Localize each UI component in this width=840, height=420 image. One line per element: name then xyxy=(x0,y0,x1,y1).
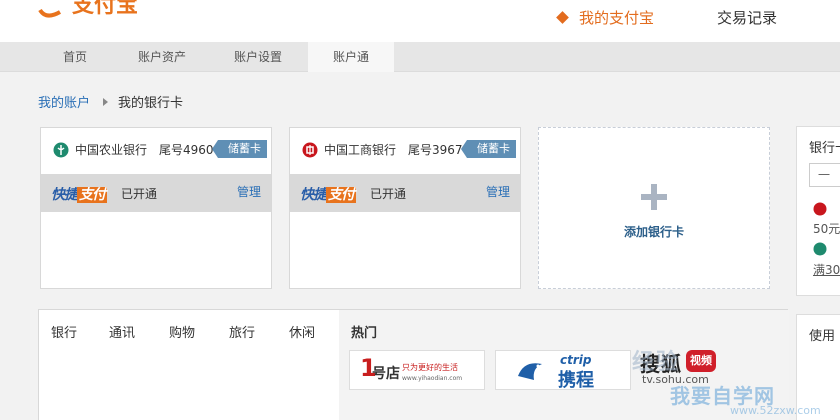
side-panel-line[interactable]: 满30 xyxy=(813,261,840,278)
side-panel-line: 50元 xyxy=(813,222,840,236)
category-tab-leisure[interactable]: 休闲 xyxy=(289,322,315,341)
sub-nav: 首页 账户资产 账户设置 账户通 xyxy=(0,42,840,72)
manage-link[interactable]: 管理 xyxy=(486,183,510,200)
fast-pay-bar: 快捷 支付 已开通 管理 xyxy=(290,174,520,212)
fast-pay-logo: 快捷 支付 xyxy=(51,187,107,203)
alipay-logo[interactable]: 支付宝 xyxy=(36,0,156,22)
side-panel-bank-cards: 银行卡 一 50元 满30 xyxy=(796,126,840,296)
fast-pay-logo: 快捷 支付 xyxy=(300,187,356,203)
dolphin-icon xyxy=(518,363,542,380)
side-panel-title: 银行卡 xyxy=(809,141,840,156)
watermark-line3: www.52zxw.com xyxy=(730,404,821,417)
nav-my-alipay-label: 我的支付宝 xyxy=(579,9,655,27)
add-bank-card-label: 添加银行卡 xyxy=(623,225,684,239)
add-bank-card-button[interactable]: 添加银行卡 xyxy=(538,127,770,289)
nav-transactions[interactable]: 交易记录 xyxy=(717,7,777,28)
card-type-badge: 储蓄卡 xyxy=(212,140,267,158)
category-tab-travel[interactable]: 旅行 xyxy=(229,322,255,341)
ad-yihaodian-slogan: 只为更好的生活 xyxy=(402,363,458,372)
breadcrumb-current: 我的银行卡 xyxy=(118,96,184,111)
icbc-bank-icon xyxy=(302,142,318,158)
ad-yihaodian-store: 号店 xyxy=(372,366,400,382)
subnav-item-settings[interactable]: 账户设置 xyxy=(218,42,298,72)
abc-bank-icon xyxy=(53,142,69,158)
ad-ctrip-cn: 携程 xyxy=(558,370,594,391)
bank-card-header: 中国工商银行 尾号3967 储蓄卡 xyxy=(290,128,520,174)
breadcrumb-my-account[interactable]: 我的账户 xyxy=(38,92,90,111)
manage-link[interactable]: 管理 xyxy=(237,183,261,200)
card-tail-number: 尾号4960 xyxy=(159,143,214,157)
hot-title: 热门 xyxy=(351,326,378,341)
side-panel-select[interactable]: 一 xyxy=(809,163,840,187)
watermark: 经验 我要自学网 www.52zxw.com xyxy=(612,334,832,420)
fast-pay-status: 已开通 xyxy=(121,187,158,201)
category-tab-telecom[interactable]: 通讯 xyxy=(109,322,135,341)
ad-yihaodian[interactable]: 1 号店 只为更好的生活 www.yihaodian.com xyxy=(349,350,485,390)
card-tail-number: 尾号3967 xyxy=(408,143,463,157)
bank-name: 中国农业银行 xyxy=(75,143,148,157)
watermark-line1: 经验 xyxy=(632,350,681,375)
top-header: 支付宝 我的支付宝 交易记录 xyxy=(0,0,840,42)
subnav-item-home[interactable]: 首页 xyxy=(40,42,110,72)
subnav-item-assets[interactable]: 账户资产 xyxy=(122,42,202,72)
category-tab-bank[interactable]: 银行 xyxy=(51,322,77,341)
abc-bank-icon xyxy=(813,242,827,256)
bank-name: 中国工商银行 xyxy=(324,143,397,157)
breadcrumb-arrow-icon xyxy=(103,97,109,106)
ad-ctrip[interactable]: ctrip 携程 xyxy=(495,350,631,391)
category-tab-shopping[interactable]: 购物 xyxy=(169,322,195,341)
breadcrumb: 我的账户 我的银行卡 xyxy=(38,92,183,111)
bank-card: 中国工商银行 尾号3967 储蓄卡 快捷 支付 已开通 管理 xyxy=(289,127,521,289)
subnav-item-account-link[interactable]: 账户通 xyxy=(308,42,394,72)
bank-card-header: 中国农业银行 尾号4960 储蓄卡 xyxy=(41,128,271,174)
fast-pay-bar: 快捷 支付 已开通 管理 xyxy=(41,174,271,212)
icbc-bank-icon xyxy=(813,202,827,216)
logo-text: 支付宝 xyxy=(72,0,138,18)
ad-yihaodian-url: www.yihaodian.com xyxy=(402,375,463,382)
fast-pay-status: 已开通 xyxy=(370,187,407,201)
ad-ctrip-en: ctrip xyxy=(560,353,592,367)
nav-my-alipay[interactable]: 我的支付宝 xyxy=(556,7,655,28)
card-type-badge: 储蓄卡 xyxy=(461,140,516,158)
bank-card: 中国农业银行 尾号4960 储蓄卡 快捷 支付 已开通 管理 xyxy=(40,127,272,289)
plus-icon xyxy=(641,184,667,210)
active-diamond-icon xyxy=(556,11,569,24)
